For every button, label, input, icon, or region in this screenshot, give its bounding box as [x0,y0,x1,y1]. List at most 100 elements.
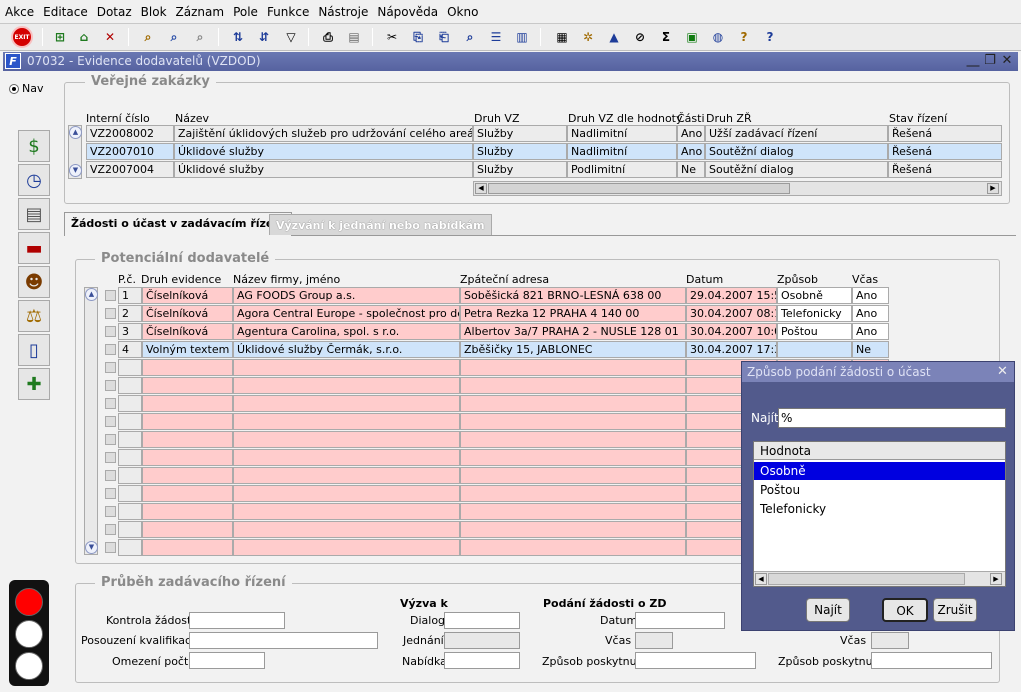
settings-icon[interactable]: ✲ [578,27,598,47]
table-cell[interactable]: Řešená [888,143,1002,160]
row-selector[interactable] [105,524,116,535]
table-cell[interactable]: 30.04.2007 17:30 [686,341,777,358]
submission-method-field[interactable] [635,652,756,669]
table-cell[interactable]: Ano [852,305,889,322]
offer-field[interactable] [444,652,520,669]
notebook-icon[interactable]: ▤ [18,198,50,230]
table-cell[interactable] [118,431,142,448]
briefcase-icon[interactable]: ▬ [18,232,50,264]
table-cell[interactable] [460,539,686,556]
row-selector[interactable] [105,362,116,373]
find-button[interactable]: Najít [806,598,850,622]
table-cell[interactable] [142,395,233,412]
clock-icon[interactable]: ◷ [18,164,50,196]
table-cell[interactable] [460,413,686,430]
table-cell[interactable]: Telefonicky [777,305,852,322]
export-icon[interactable]: ▤ [344,27,364,47]
sum-icon[interactable]: Σ [656,27,676,47]
table-cell[interactable]: Nadlimitní [567,125,677,142]
row-selector[interactable] [105,344,116,355]
close-icon[interactable]: ✕ [1000,53,1014,69]
table-cell[interactable] [233,431,460,448]
table-cell[interactable] [118,413,142,430]
table-cell[interactable] [118,377,142,394]
menu-dotaz[interactable]: Dotaz [97,5,132,19]
table-cell[interactable]: Petra Rezka 12 PRAHA 4 140 00 [460,305,686,322]
table-cell[interactable]: Číselníková [142,305,233,322]
table-cell[interactable] [460,485,686,502]
scroll-right-icon[interactable]: ▶ [987,183,999,194]
table-cell[interactable]: 3 [118,323,142,340]
table-cell[interactable]: VZ2007010 [86,143,174,160]
cut-icon[interactable]: ✂ [382,27,402,47]
table-cell[interactable] [233,449,460,466]
table-cell[interactable] [777,341,852,358]
table-cell[interactable] [233,521,460,538]
table-cell[interactable]: Řešená [888,161,1002,178]
table-cell[interactable]: AG FOODS Group a.s. [233,287,460,304]
horizontal-scrollbar[interactable]: ◀ ▶ [473,181,1002,196]
exit-button[interactable]: EXIT [11,26,33,48]
menu-zaznam[interactable]: Záznam [176,5,225,19]
scroll-thumb[interactable] [488,183,790,194]
table-cell[interactable]: 2 [118,305,142,322]
table-cell[interactable]: Ne [852,341,889,358]
table-cell[interactable] [142,539,233,556]
menu-pole[interactable]: Pole [233,5,258,19]
table-cell[interactable]: Zajištění úklidových služeb pro udržován… [174,125,473,142]
row-selector[interactable] [105,380,116,391]
table-cell[interactable] [142,503,233,520]
table-cell[interactable] [233,503,460,520]
row-selector[interactable] [105,398,116,409]
table-cell[interactable]: Osobně [777,287,852,304]
scales-icon[interactable]: ⚖ [18,300,50,332]
menu-akce[interactable]: Akce [5,5,34,19]
table-cell[interactable]: Nadlimitní [567,143,677,160]
cancel-button[interactable]: Zrušit [933,598,977,622]
table-cell[interactable] [233,485,460,502]
table-cell[interactable]: Soběšická 821 BRNO-LESNÁ 638 00 [460,287,686,304]
row-selector[interactable] [105,506,116,517]
table-cell[interactable]: Řešená [888,125,1002,142]
table-cell[interactable] [460,395,686,412]
scroll-down-icon[interactable]: ▼ [85,541,98,554]
table-cell[interactable]: Úklidové služby [174,143,473,160]
table-cell[interactable]: Agentura Carolina, spol. s r.o. [233,323,460,340]
table-cell[interactable]: Ano [852,323,889,340]
table-cell[interactable] [233,359,460,376]
table-cell[interactable] [118,359,142,376]
add-document-icon[interactable]: ✚ [18,368,50,400]
table-cell[interactable]: Úklidové služby Čermák, s.r.o. [233,341,460,358]
execute-query-icon[interactable]: ⌕ [164,27,184,47]
table-cell[interactable]: Ne [677,161,705,178]
table-cell[interactable] [142,521,233,538]
print-icon[interactable]: ⎙ [318,27,338,47]
table-cell[interactable] [118,521,142,538]
table-cell[interactable] [460,359,686,376]
save-record-icon[interactable]: ⊞ [50,27,70,47]
table-cell[interactable]: Ano [677,125,705,142]
menu-nastroje[interactable]: Nástroje [318,5,368,19]
table-cell[interactable]: Služby [473,161,567,178]
table-cell[interactable] [142,485,233,502]
sort-desc-icon[interactable]: ⇵ [254,27,274,47]
sort-asc-icon[interactable]: ⇅ [228,27,248,47]
table-cell[interactable] [142,413,233,430]
table-cell[interactable]: Poštou [777,323,852,340]
cancel-query-icon[interactable]: ⌕ [190,27,210,47]
table-cell[interactable]: 1 [118,287,142,304]
document-icon[interactable]: ▯ [18,334,50,366]
table-cell[interactable] [118,449,142,466]
table-cell[interactable] [233,395,460,412]
query-icon[interactable]: ⌕ [138,27,158,47]
list-icon[interactable]: ☰ [486,27,506,47]
scroll-down-icon[interactable]: ▼ [69,164,82,177]
row-selector[interactable] [105,308,116,319]
suppliers-scrollbar[interactable] [84,287,98,555]
filter-icon[interactable]: ▽ [281,27,301,47]
paste-icon[interactable]: ⎗ [434,27,454,47]
table-cell[interactable]: Číselníková [142,287,233,304]
table-cell[interactable] [460,467,686,484]
dialog-close-icon[interactable]: ✕ [997,362,1008,382]
row-selector[interactable] [105,542,116,553]
